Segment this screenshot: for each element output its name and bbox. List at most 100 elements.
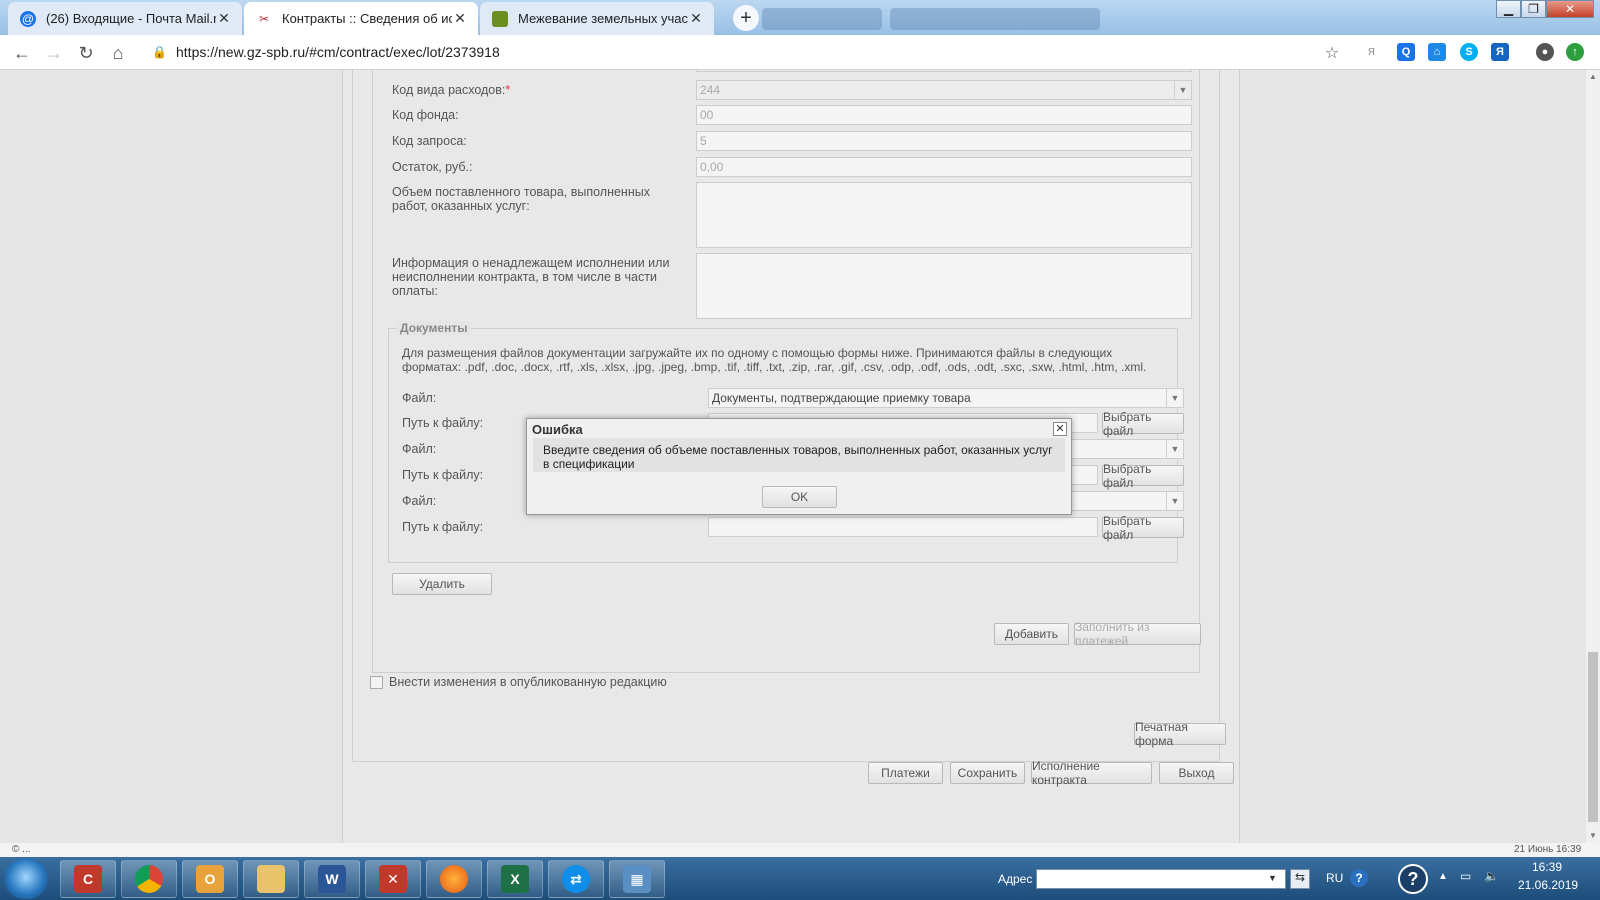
skype-icon[interactable]: S [1460, 43, 1478, 61]
show-hidden-icons-icon[interactable]: ▲ [1438, 871, 1448, 882]
remainder-field[interactable]: 0,00 [696, 157, 1192, 177]
background-window-ghost [762, 8, 882, 30]
cut-off-field[interactable] [696, 70, 1192, 72]
scroll-down-icon[interactable]: ▼ [1586, 829, 1600, 843]
contract-execution-button[interactable]: Исполнение контракта [1031, 759, 1152, 787]
status-datetime: 21 Июнь 16:39 [1514, 844, 1582, 855]
info-textarea[interactable] [696, 253, 1192, 319]
publish-changes-checkbox-row[interactable]: Внести изменения в опубликованную редакц… [370, 675, 667, 689]
tab-mail[interactable]: @ (26) Входящие - Почта Mail.ru ✕ [8, 2, 242, 35]
close-icon[interactable]: ✕ [216, 10, 232, 27]
taskbar-pdf[interactable]: ✕ [365, 860, 421, 898]
file-path-label: Путь к файлу: [402, 520, 484, 534]
expense-code-select[interactable]: 244 ▼ [696, 80, 1192, 100]
network-icon: ▦ [623, 865, 651, 893]
taskbar-cherry[interactable]: C [60, 860, 116, 898]
tools-icon: ✂ [258, 11, 270, 26]
taskbar-excel[interactable]: X [487, 860, 543, 898]
chevron-down-icon: ▼ [1166, 389, 1183, 407]
taskbar-firefox[interactable] [426, 860, 482, 898]
address-bar[interactable]: 🔒 https://new.gz-spb.ru/#cm/contract/exe… [142, 39, 1342, 65]
close-icon[interactable]: ✕ [1053, 422, 1067, 436]
taskbar-network[interactable]: ▦ [609, 860, 665, 898]
delete-button[interactable]: Удалить [392, 573, 492, 595]
documents-legend: Документы [396, 321, 472, 335]
fund-code-label: Код фонда: [392, 108, 459, 122]
word-icon: W [318, 865, 346, 893]
clock-date[interactable]: 21.06.2019 [1518, 878, 1578, 892]
tab-contracts[interactable]: ✂ Контракты :: Сведения об испо ✕ [244, 2, 478, 35]
tab-title: (26) Входящие - Почта Mail.ru [46, 11, 216, 26]
scrollbar-thumb[interactable] [1588, 652, 1598, 822]
publish-changes-checkbox[interactable] [370, 675, 383, 689]
taskbar-outlook[interactable]: O [182, 860, 238, 898]
volume-icon[interactable]: 🔈 [1484, 869, 1499, 883]
taskbar-word[interactable]: W [304, 860, 360, 898]
publish-changes-label: Внести изменения в опубликованную редакц… [389, 675, 667, 689]
file-label: Файл: [402, 494, 437, 508]
back-icon[interactable]: ← [10, 41, 34, 65]
address-toolbar-label: Адрес [998, 872, 1033, 886]
start-button[interactable] [4, 859, 48, 899]
minimize-button[interactable]: ▁ [1496, 0, 1521, 18]
save-button[interactable]: Сохранить [950, 762, 1025, 784]
network-tray-icon[interactable]: ▭ [1460, 869, 1471, 883]
choose-file-button[interactable]: Выбрать файл [1102, 410, 1184, 438]
fill-from-payments-button[interactable]: Заполнить из платежей [1074, 620, 1201, 648]
taskbar-address-input[interactable] [1036, 869, 1286, 889]
tab-land[interactable]: Межевание земельных участков ✕ [480, 2, 714, 35]
mail-icon: @ [20, 10, 36, 27]
chevron-down-icon: ▼ [1166, 492, 1183, 510]
maximize-button[interactable]: ❐ [1521, 0, 1546, 18]
teamviewer-icon: ⇄ [562, 865, 590, 893]
bookmark-star-icon[interactable]: ☆ [1320, 41, 1344, 65]
page-scrollbar[interactable]: ▲ ▼ [1586, 70, 1600, 843]
home-icon[interactable]: ⌂ [106, 41, 130, 65]
update-icon[interactable]: ↑ [1566, 43, 1584, 61]
scroll-up-icon[interactable]: ▲ [1586, 70, 1600, 84]
profile-icon[interactable]: ● [1536, 43, 1554, 61]
expense-code-label: Код вида расходов:* [392, 83, 511, 97]
request-code-field[interactable]: 5 [696, 131, 1192, 151]
pdf-icon: ✕ [379, 865, 407, 893]
big-help-icon[interactable]: ? [1398, 864, 1428, 894]
reload-icon[interactable]: ↻ [74, 41, 98, 65]
expense-code-value: 244 [700, 83, 721, 97]
ok-button[interactable]: OK [762, 486, 837, 508]
dialog-title: Ошибка [532, 422, 583, 437]
outlook-icon: O [196, 865, 224, 893]
cherry-icon: C [74, 865, 102, 893]
taskbar-teamviewer[interactable]: ⇄ [548, 860, 604, 898]
close-icon[interactable]: ✕ [452, 10, 468, 27]
bookmark-extension-icon[interactable]: Я [1491, 43, 1509, 61]
taskbar-chrome[interactable] [121, 860, 177, 898]
file-path-input[interactable] [708, 517, 1098, 537]
error-dialog: Ошибка ✕ Введите сведения об объеме пост… [526, 418, 1072, 515]
yandex-icon[interactable]: я [1368, 43, 1375, 58]
dialog-message: Введите сведения об объеме поставленных … [533, 438, 1065, 472]
close-icon[interactable]: ✕ [688, 10, 704, 27]
clock-time[interactable]: 16:39 [1532, 860, 1562, 874]
help-icon[interactable]: ? [1350, 869, 1368, 887]
language-indicator[interactable]: RU [1326, 871, 1343, 885]
new-tab-button[interactable]: + [733, 5, 759, 31]
choose-file-button[interactable]: Выбрать файл [1102, 514, 1184, 542]
fund-code-field[interactable]: 00 [696, 105, 1192, 125]
window-close-button[interactable]: ✕ [1546, 0, 1594, 18]
add-button[interactable]: Добавить [994, 623, 1069, 645]
taskbar-explorer[interactable] [243, 860, 299, 898]
file-type-select[interactable]: Документы, подтверждающие приемку товара… [708, 388, 1184, 408]
print-form-button[interactable]: Печатная форма [1134, 720, 1226, 748]
exit-button[interactable]: Выход [1159, 762, 1234, 784]
payments-button[interactable]: Платежи [868, 762, 943, 784]
volume-textarea[interactable] [696, 182, 1192, 248]
home-extension-icon[interactable]: ⌂ [1428, 43, 1446, 61]
explorer-icon [257, 865, 285, 893]
choose-file-button[interactable]: Выбрать файл [1102, 462, 1184, 490]
chevron-down-icon[interactable]: ▼ [1268, 873, 1277, 883]
forward-icon[interactable]: → [42, 41, 66, 65]
go-arrow-icon[interactable]: ⇆ [1290, 869, 1310, 889]
background-window-ghost [890, 8, 1100, 30]
search-extension-icon[interactable]: Q [1397, 43, 1415, 61]
info-label: Информация о ненадлежащем исполнении или… [392, 256, 670, 298]
